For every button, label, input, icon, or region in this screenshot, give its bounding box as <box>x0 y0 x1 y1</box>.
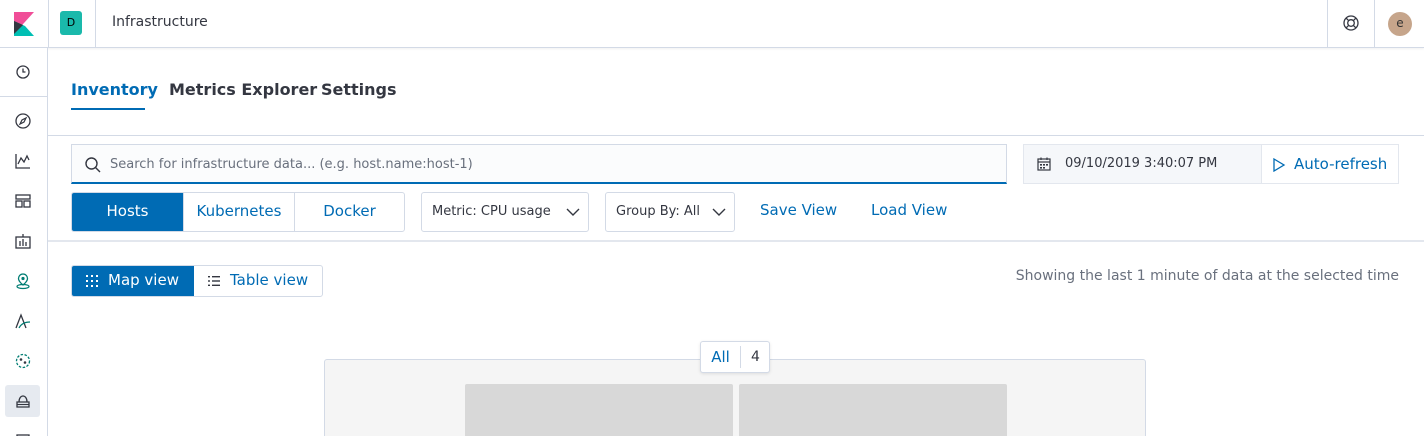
top-header: D Infrastructure e <box>0 0 1424 48</box>
map-view-button[interactable]: Map view <box>72 266 194 296</box>
load-view-button[interactable]: Load View <box>871 201 947 219</box>
canvas-icon[interactable] <box>14 232 32 250</box>
header-divider <box>1374 0 1375 47</box>
infrastructure-icon[interactable] <box>14 392 32 410</box>
apps-grid-icon <box>86 275 98 287</box>
user-avatar[interactable]: e <box>1388 12 1412 36</box>
maps-icon[interactable] <box>14 272 32 290</box>
map-view-label: Map view <box>108 271 179 289</box>
app-root: D Infrastructure e Inventory Metrics Exp… <box>0 0 1424 436</box>
map-group-count: 4 <box>751 349 760 365</box>
group-by-dropdown[interactable]: Group By: All <box>605 192 735 232</box>
header-divider <box>95 0 96 47</box>
toolbar-divider <box>48 240 1424 242</box>
tab-metrics-explorer[interactable]: Metrics Explorer <box>169 80 317 99</box>
save-view-button[interactable]: Save View <box>760 201 837 219</box>
date-value: 09/10/2019 3:40:07 PM <box>1065 156 1218 171</box>
nav-divider <box>0 96 47 97</box>
metric-dropdown-label: Metric: CPU usage <box>432 204 551 219</box>
apm-icon[interactable] <box>14 312 32 330</box>
tab-active-indicator <box>71 108 145 110</box>
node-type-kubernetes-button[interactable]: Kubernetes <box>184 193 294 231</box>
auto-refresh-button[interactable]: Auto-refresh <box>1261 144 1399 184</box>
visualize-icon[interactable] <box>14 152 32 170</box>
map-node[interactable] <box>739 384 1007 436</box>
play-icon <box>1273 158 1286 172</box>
metric-dropdown[interactable]: Metric: CPU usage <box>421 192 589 232</box>
table-view-button[interactable]: Table view <box>194 266 322 296</box>
tabs-divider <box>48 135 1424 136</box>
list-icon <box>208 276 220 286</box>
group-by-dropdown-label: Group By: All <box>616 204 701 219</box>
search-bar <box>71 144 1007 184</box>
search-icon <box>85 157 101 173</box>
help-icon[interactable] <box>1342 14 1360 32</box>
node-type-hosts-button[interactable]: Hosts <box>72 193 183 231</box>
node-type-docker-button[interactable]: Docker <box>295 193 404 231</box>
tab-settings[interactable]: Settings <box>321 80 397 99</box>
chevron-down-icon <box>712 208 726 216</box>
auto-refresh-label: Auto-refresh <box>1294 155 1388 173</box>
date-picker[interactable]: 09/10/2019 3:40:07 PM <box>1023 144 1261 184</box>
app-title: Infrastructure <box>112 14 208 30</box>
ml-icon[interactable] <box>14 352 32 370</box>
space-avatar[interactable]: D <box>60 11 82 35</box>
next-app-icon[interactable] <box>14 432 32 436</box>
side-nav <box>0 48 48 436</box>
view-toggle: Map view Table view <box>71 265 323 297</box>
status-text: Showing the last 1 minute of data at the… <box>1015 268 1399 284</box>
map-group-name: All <box>711 348 730 366</box>
kibana-logo-icon[interactable] <box>0 0 48 48</box>
dashboard-icon[interactable] <box>14 192 32 210</box>
header-divider <box>48 0 49 47</box>
tab-inventory[interactable]: Inventory <box>71 80 158 99</box>
header-divider <box>1327 0 1328 47</box>
chevron-down-icon <box>566 208 580 216</box>
node-type-group: Hosts Kubernetes Docker <box>71 192 405 232</box>
search-input[interactable] <box>110 145 990 183</box>
map-node[interactable] <box>465 384 733 436</box>
table-view-label: Table view <box>230 271 309 289</box>
compass-icon[interactable] <box>14 112 32 130</box>
clock-icon[interactable] <box>14 63 32 81</box>
map-group-label[interactable]: All 4 <box>700 341 770 373</box>
calendar-icon <box>1037 157 1051 171</box>
